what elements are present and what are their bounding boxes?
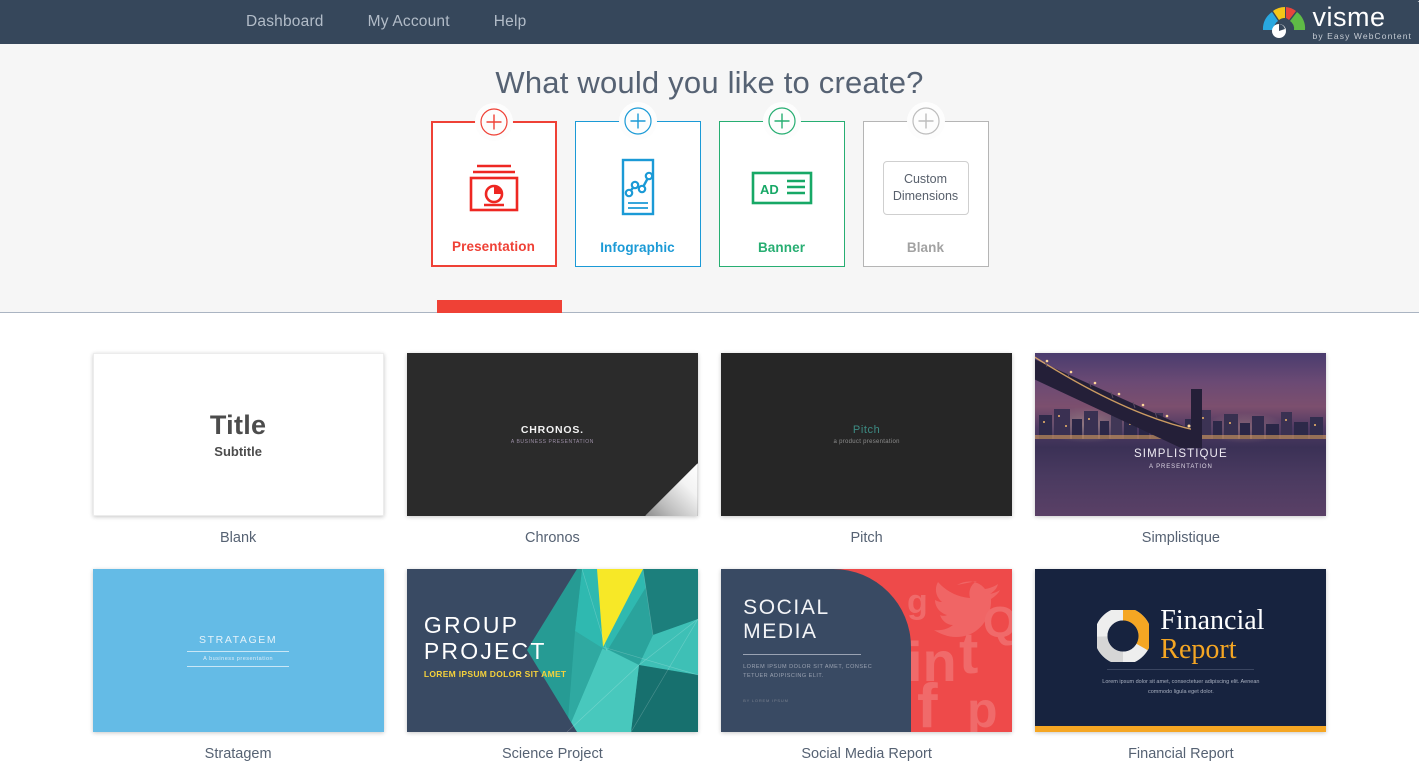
add-banner-button[interactable] bbox=[762, 102, 801, 140]
thumb-subtitle: A business presentation bbox=[187, 651, 290, 667]
template-card-stratagem[interactable]: STRATAGEM A business presentation Strata… bbox=[92, 569, 384, 762]
template-gallery: Title Subtitle Blank CHRONOS. A BUSINESS… bbox=[0, 313, 1419, 762]
template-thumbnail[interactable]: SIMPLISTIQUE A PRESENTATION bbox=[1035, 353, 1327, 516]
template-card-chronos[interactable]: CHRONOS. A BUSINESS PRESENTATION Chronos bbox=[406, 353, 698, 546]
thumb-subtitle: Subtitle bbox=[214, 444, 262, 459]
svg-text:f: f bbox=[917, 672, 938, 732]
thumb-text: SOCIAL MEDIA LOREM IPSUM DOLOR SIT AMET,… bbox=[743, 596, 893, 703]
page-title: What would you like to create? bbox=[495, 65, 924, 100]
custom-dimensions-line-2: Dimensions bbox=[892, 189, 959, 203]
visme-logo-text: visme ™ by Easy WebContent bbox=[1312, 0, 1419, 41]
template-card-social-media-report[interactable]: g in t Q f p SOCIAL MEDIA LOREM IPSUM DO… bbox=[721, 569, 1013, 762]
template-card-financial-report[interactable]: Financial Report Lorem ipsum dolor sit a… bbox=[1035, 569, 1327, 762]
create-type-card-blank[interactable]: Custom Dimensions Blank bbox=[862, 102, 989, 267]
add-blank-button[interactable] bbox=[906, 102, 945, 140]
thumb-title-line-2: PROJECT bbox=[423, 637, 547, 664]
add-presentation-button[interactable] bbox=[474, 103, 513, 141]
financial-report-wordmark: Financial Report bbox=[1160, 605, 1265, 665]
logo-tagline: by Easy WebContent bbox=[1312, 30, 1412, 41]
bridge-art bbox=[1035, 356, 1203, 448]
template-thumbnail[interactable]: Pitch a product presentation bbox=[721, 353, 1013, 516]
create-type-card-list: Presentation Infographic AD Banner Custo… bbox=[0, 102, 1419, 267]
page-curl-icon bbox=[644, 463, 698, 516]
template-name: Chronos bbox=[524, 530, 580, 546]
nav-link-my-account[interactable]: My Account bbox=[368, 13, 450, 31]
template-grid: Title Subtitle Blank CHRONOS. A BUSINESS… bbox=[92, 353, 1327, 762]
template-card-simplistique[interactable]: SIMPLISTIQUE A PRESENTATION Simplistique bbox=[1035, 353, 1327, 546]
template-card-science-project[interactable]: GROUP PROJECT LOREM IPSUM DOLOR SIT AMET… bbox=[406, 569, 698, 762]
add-infographic-button[interactable] bbox=[618, 102, 657, 140]
thumb-body: Lorem ipsum dolor sit amet, consectetuer… bbox=[1102, 679, 1260, 696]
create-type-card-infographic[interactable]: Infographic bbox=[574, 102, 701, 267]
template-name: Pitch bbox=[850, 530, 883, 546]
plus-circle-icon bbox=[911, 107, 940, 135]
thumb-subtitle: A PRESENTATION bbox=[1149, 464, 1213, 470]
visme-logo[interactable]: visme ™ by Easy WebContent bbox=[1261, 0, 1419, 44]
thumb-title: Pitch bbox=[852, 424, 881, 436]
create-type-label-infographic: Infographic bbox=[600, 240, 675, 255]
svg-text:p: p bbox=[967, 682, 998, 732]
template-name: Science Project bbox=[502, 746, 603, 762]
logo-wordmark: visme bbox=[1312, 1, 1386, 32]
create-type-label-presentation: Presentation bbox=[452, 239, 535, 254]
create-type-card-banner[interactable]: AD Banner bbox=[718, 102, 845, 267]
thumb-text: Financial Report bbox=[1035, 605, 1326, 665]
thumb-title-line-2: MEDIA bbox=[743, 620, 818, 644]
thumb-text: SIMPLISTIQUE A PRESENTATION bbox=[1035, 448, 1326, 470]
active-type-indicator bbox=[437, 300, 562, 313]
thumb-title-line-1: Financial bbox=[1160, 605, 1265, 636]
custom-dimensions-button[interactable]: Custom Dimensions bbox=[882, 161, 969, 215]
thumb-subtitle: A BUSINESS PRESENTATION bbox=[510, 439, 594, 445]
top-navigation-bar: Dashboard My Account Help visme ™ by Eas… bbox=[0, 0, 1419, 44]
create-type-chooser: What would you like to create? Presentat… bbox=[0, 44, 1419, 313]
thumb-text: GROUP PROJECT LOREM IPSUM DOLOR SIT AMET bbox=[423, 612, 567, 679]
donut-chart-icon bbox=[1097, 609, 1150, 662]
template-card-blank[interactable]: Title Subtitle Blank bbox=[92, 353, 384, 546]
template-thumbnail[interactable]: CHRONOS. A BUSINESS PRESENTATION bbox=[406, 353, 698, 516]
create-type-label-blank: Blank bbox=[906, 240, 945, 255]
thumb-title: CHRONOS. bbox=[520, 424, 584, 436]
thumb-subtitle: a product presentation bbox=[833, 439, 900, 445]
create-type-label-banner: Banner bbox=[757, 240, 806, 255]
template-card-pitch[interactable]: Pitch a product presentation Pitch bbox=[721, 353, 1013, 546]
template-name: Financial Report bbox=[1128, 746, 1234, 762]
template-name: Social Media Report bbox=[801, 746, 932, 762]
accent-bar bbox=[1035, 726, 1327, 732]
template-thumbnail[interactable]: STRATAGEM A business presentation bbox=[92, 569, 384, 732]
thumb-title-line-1: SOCIAL bbox=[743, 596, 830, 619]
template-thumbnail[interactable]: Title Subtitle bbox=[92, 353, 384, 516]
thumb-title: STRATAGEM bbox=[199, 634, 278, 646]
svg-text:g: g bbox=[907, 583, 928, 621]
thumb-title-line-1: GROUP bbox=[423, 612, 520, 638]
custom-dimensions-line-1: Custom bbox=[903, 172, 948, 187]
thumb-byline: BY LOREM IPSUM bbox=[743, 697, 789, 703]
create-type-card-presentation[interactable]: Presentation bbox=[430, 103, 557, 267]
divider bbox=[743, 653, 862, 655]
plus-circle-icon bbox=[623, 107, 652, 135]
visme-logo-mark bbox=[1262, 7, 1305, 38]
nav-links: Dashboard My Account Help bbox=[246, 13, 526, 31]
nav-link-dashboard[interactable]: Dashboard bbox=[246, 13, 324, 31]
thumb-title-line-2: Report bbox=[1160, 633, 1237, 665]
template-thumbnail[interactable]: g in t Q f p SOCIAL MEDIA LOREM IPSUM DO… bbox=[721, 569, 1013, 732]
plus-circle-icon bbox=[479, 108, 508, 136]
svg-text:AD: AD bbox=[760, 182, 779, 197]
thumb-subtitle: LOREM IPSUM DOLOR SIT AMET bbox=[423, 668, 567, 679]
template-name: Simplistique bbox=[1141, 530, 1220, 546]
template-thumbnail[interactable]: GROUP PROJECT LOREM IPSUM DOLOR SIT AMET bbox=[406, 569, 698, 732]
plus-circle-icon bbox=[767, 107, 796, 135]
template-name: Stratagem bbox=[204, 746, 272, 762]
template-thumbnail[interactable]: Financial Report Lorem ipsum dolor sit a… bbox=[1035, 569, 1327, 732]
thumb-title: Title bbox=[209, 410, 267, 440]
thumb-body: LOREM IPSUM DOLOR SIT AMET, CONSEC TETUE… bbox=[743, 663, 873, 680]
thumb-title: SIMPLISTIQUE bbox=[1134, 448, 1228, 460]
divider bbox=[1107, 669, 1255, 670]
nav-link-help[interactable]: Help bbox=[494, 13, 527, 31]
template-name: Blank bbox=[219, 530, 257, 546]
